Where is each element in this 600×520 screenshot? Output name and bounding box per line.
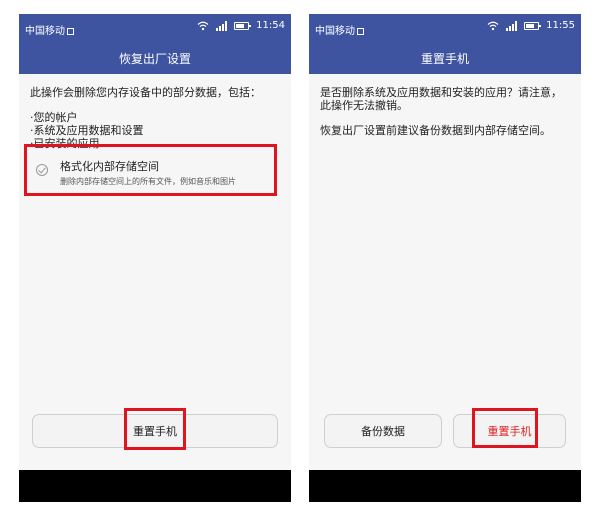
data-item: ·您的帐户 [30,111,78,124]
confirm-question: 是否删除系统及应用数据和安装的应用？请注意，此操作无法撤销。 [320,86,562,112]
wifi-icon [487,21,499,31]
carrier-name: 中国移动 [25,22,74,37]
page-title: 重置手机 [309,42,581,74]
status-time: 11:55 [546,20,575,31]
carrier-name: 中国移动 [315,22,364,37]
navigation-bar [309,470,581,502]
page-title: 恢复出厂设置 [19,42,291,74]
wifi-icon [197,21,209,31]
signal-icon [505,20,517,31]
navigation-bar [19,470,291,502]
status-bar: 中国移动 11:54 [19,14,291,42]
warning-text: 此操作会删除您内存设备中的部分数据，包括： [30,86,261,99]
highlight-box [472,408,538,448]
sim-icon [357,28,364,35]
status-icons: 11:55 [487,20,575,34]
sim-icon [67,28,74,35]
data-item: ·系统及应用数据和设置 [30,124,144,137]
highlight-box [124,408,186,450]
backup-note: 恢复出厂设置前建议备份数据到内部存储空间。 [320,124,551,137]
status-bar: 中国移动 11:55 [309,14,581,42]
highlight-box [24,144,277,196]
status-icons: 11:54 [197,20,285,34]
backup-data-button[interactable]: 备份数据 [324,414,442,448]
battery-icon [233,21,251,30]
reset-confirm-screen: 中国移动 11:55 重置手机 是否删除系统及应用数据和安装的应用？请注意，此操… [309,14,581,502]
signal-icon [215,20,227,31]
status-time: 11:54 [256,20,285,31]
battery-icon [523,21,541,30]
